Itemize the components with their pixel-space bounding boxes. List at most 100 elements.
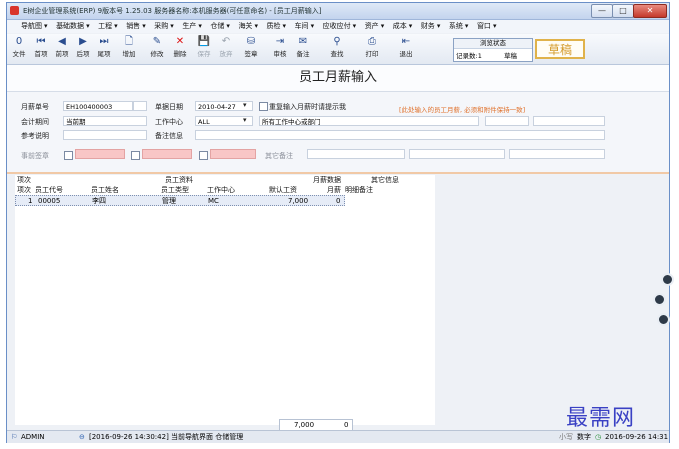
menu-item-base[interactable]: 基础数据 <box>56 20 84 33</box>
toolbar-prev[interactable]: ◀ 前项 <box>52 35 72 63</box>
table-row[interactable]: 1 00005 李四 管理 MC 7,000 0 <box>15 195 345 206</box>
menu-item-production[interactable]: 生产 <box>182 20 196 33</box>
group-header-other: 其它信息 <box>371 176 399 184</box>
menu-item-purchase[interactable]: 采购 <box>154 20 168 33</box>
toolbar-last[interactable]: ⏭ 尾项 <box>94 35 114 63</box>
menu-item-engineering[interactable]: 工程 <box>98 20 112 33</box>
next-record-icon: ▶ <box>79 36 87 47</box>
note-info-field[interactable] <box>195 130 605 140</box>
chevron-down-icon[interactable]: ▾ <box>243 101 247 109</box>
column-header[interactable]: 月薪 <box>327 185 341 195</box>
menu-item-assets[interactable]: 资产 <box>365 20 379 33</box>
cell-salary[interactable]: 0 <box>336 196 340 206</box>
maximize-button[interactable]: □ <box>612 4 634 18</box>
toolbar-next[interactable]: ▶ 后项 <box>73 35 93 63</box>
record-status: 草稿 <box>504 52 517 60</box>
reference-field[interactable] <box>63 130 147 140</box>
reference-label: 参考说明 <box>21 132 49 140</box>
extra-field-1[interactable] <box>485 116 529 126</box>
month-no-lookup-button[interactable] <box>133 101 147 111</box>
approval-field-2[interactable] <box>142 149 192 159</box>
last-record-icon: ⏭ <box>99 36 109 47</box>
column-header[interactable]: 明细备注 <box>345 185 373 195</box>
menu-item-system[interactable]: 系统 <box>449 20 463 33</box>
side-handle-icon[interactable] <box>661 273 674 286</box>
toolbar-note[interactable]: ✉ 备注 <box>293 35 313 63</box>
toolbar-file[interactable]: 0 文件 <box>9 35 29 63</box>
undo-icon: ↶ <box>221 36 231 47</box>
toolbar-review[interactable]: ⇥ 审核 <box>270 35 290 63</box>
column-header[interactable]: 工作中心 <box>207 185 235 195</box>
minimize-button[interactable]: — <box>591 4 613 18</box>
repeat-hint-label: 重复输入月薪时请提示我 <box>269 103 346 111</box>
first-record-icon: ⏮ <box>36 36 46 47</box>
column-header[interactable]: 项次 <box>17 185 31 195</box>
side-handle-icon[interactable] <box>653 293 666 306</box>
record-count: 记录数:1 <box>456 52 482 60</box>
review-icon: ⇥ <box>275 36 285 47</box>
salary-grid: 项次 员工资料 月薪数据 其它信息 项次 员工代号 员工姓名 员工类型 工作中心… <box>15 175 435 431</box>
period-field[interactable]: 当前期 <box>63 116 147 126</box>
approval-checkbox-2[interactable] <box>131 151 140 160</box>
toolbar-cancel[interactable]: ↶ 放弃 <box>216 35 236 63</box>
cell-default-wage[interactable]: 7,000 <box>288 196 308 206</box>
other-note-field-1[interactable] <box>307 149 405 159</box>
menu-item-ar-ap[interactable]: 应收应付 <box>323 20 351 33</box>
toolbar-find[interactable]: ⚲ 查找 <box>327 35 347 63</box>
clock-icon: ◷ <box>595 433 602 441</box>
menu-item-nav[interactable]: 导航图 <box>21 20 42 33</box>
user-icon: ⚐ <box>11 433 18 441</box>
menu-item-window[interactable]: 窗口 <box>477 20 491 33</box>
close-button[interactable]: ✕ <box>633 4 667 18</box>
toolbar-print[interactable]: ⎙ 打印 <box>362 35 382 63</box>
month-no-field[interactable]: EH100400003 <box>63 101 133 111</box>
toolbar-approve[interactable]: ⛁ 签章 <box>241 35 261 63</box>
approval-field-1[interactable] <box>75 149 125 159</box>
file-icon: 0 <box>15 36 23 47</box>
column-header[interactable]: 员工代号 <box>35 185 63 195</box>
header-form: 月薪单号 EH100400003 单据日期 2010-04-27 ▾ 重复输入月… <box>7 92 669 174</box>
app-window: E树企业管理系统(ERP) 9版本号 1.25.03 服务器名称:本机服务器(可… <box>6 2 674 443</box>
other-note-field-3[interactable] <box>509 149 605 159</box>
browse-state-panel: 浏览状态 记录数:1 草稿 <box>453 38 533 62</box>
menu-bar: 导航图 ▾ 基础数据 ▾ 工程 ▾ 销售 ▾ 采购 ▾ 生产 ▾ 仓储 ▾ 海关 ▾ 质检 ▾ 车… <box>7 20 669 33</box>
title-bar[interactable]: E树企业管理系统(ERP) 9版本号 1.25.03 服务器名称:本机服务器(可… <box>7 3 669 20</box>
menu-item-sales[interactable]: 销售 <box>126 20 140 33</box>
note-icon: ✉ <box>298 36 308 47</box>
extra-field-2[interactable] <box>533 116 605 126</box>
column-header[interactable]: 默认工资 <box>269 185 297 195</box>
toolbar-save[interactable]: 💾 保存 <box>194 35 214 63</box>
toolbar-exit[interactable]: ⇤ 退出 <box>396 35 416 63</box>
toolbar-first[interactable]: ⏮ 首项 <box>31 35 51 63</box>
approval-field-3[interactable] <box>210 149 256 159</box>
toolbar-add[interactable]: 🗋 增加 <box>119 35 139 63</box>
save-icon: 💾 <box>197 36 211 47</box>
cell-center[interactable]: MC <box>208 196 219 206</box>
menu-item-quality[interactable]: 质检 <box>267 20 281 33</box>
group-header-item: 项次 <box>17 176 31 184</box>
watermark: 最需网 <box>566 406 636 431</box>
other-note-field-2[interactable] <box>409 149 505 159</box>
side-handle-icon[interactable] <box>657 313 670 326</box>
approval-checkbox[interactable] <box>64 151 73 160</box>
repeat-hint-checkbox[interactable] <box>259 102 268 111</box>
cell-name[interactable]: 李四 <box>92 196 106 206</box>
menu-item-storage[interactable]: 仓储 <box>210 20 224 33</box>
column-header[interactable]: 员工类型 <box>161 185 189 195</box>
toolbar-edit[interactable]: ✎ 修改 <box>147 35 167 63</box>
menu-item-finance[interactable]: 财务 <box>421 20 435 33</box>
column-header[interactable]: 员工姓名 <box>91 185 119 195</box>
add-icon: 🗋 <box>124 36 134 47</box>
delete-icon: ✕ <box>175 36 185 47</box>
menu-item-cost[interactable]: 成本 <box>393 20 407 33</box>
menu-item-customs[interactable]: 海关 <box>238 20 252 33</box>
approval-checkbox-3[interactable] <box>199 151 208 160</box>
chevron-down-icon[interactable]: ▾ <box>243 116 247 124</box>
cell-type[interactable]: 管理 <box>162 196 176 206</box>
toolbar-delete[interactable]: ✕ 删除 <box>170 35 190 63</box>
cell-no[interactable]: 1 <box>28 196 32 206</box>
menu-item-workshop[interactable]: 车间 <box>295 20 309 33</box>
status-case: 小写 <box>559 433 573 441</box>
approve-icon: ⛁ <box>246 36 256 47</box>
cell-code[interactable]: 00005 <box>38 196 60 206</box>
